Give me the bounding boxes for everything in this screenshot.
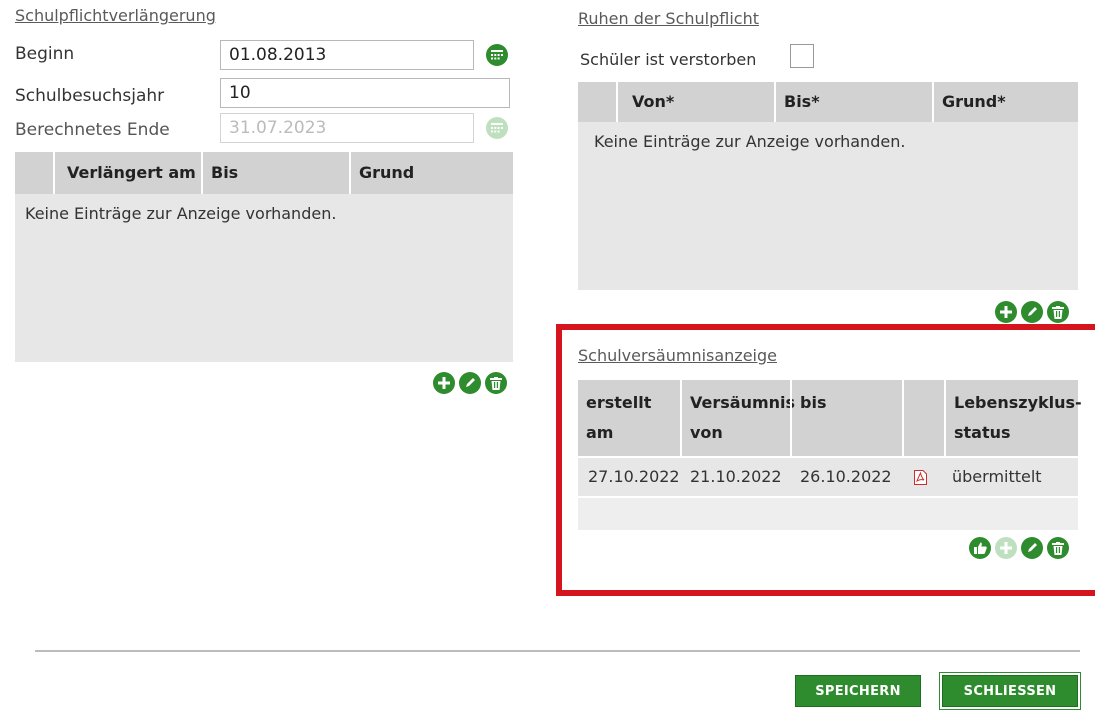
cell-status: übermittelt [952, 467, 1042, 486]
add-icon[interactable] [433, 372, 455, 394]
column-header-lifecycle-status[interactable]: Lebenszyklus-status [944, 380, 1082, 456]
footer-divider [35, 650, 1080, 652]
column-header-reason[interactable]: Grund* [932, 82, 1078, 122]
column-header-absence-from[interactable]: Versäumnis von [680, 380, 795, 456]
suspension-grid: Von* Bis* Grund* Keine Einträge zur Anze… [578, 82, 1078, 290]
extension-grid: Verlängert am Bis Grund Keine Einträge z… [15, 152, 513, 362]
absence-report-title: Schulversäumnisanzeige [578, 346, 777, 365]
row-selector-header [15, 152, 53, 194]
calendar-icon[interactable] [486, 44, 508, 66]
row-selector-header [578, 82, 616, 122]
extension-section-title: Schulpflichtverlängerung [15, 6, 216, 25]
empty-message: Keine Einträge zur Anzeige vorhanden. [594, 132, 906, 151]
cell-from: 21.10.2022 [690, 467, 782, 486]
column-header-until[interactable]: bis [790, 380, 902, 456]
column-header-extended-on[interactable]: Verlängert am [53, 152, 201, 194]
deceased-label: Schüler ist verstorben [580, 50, 757, 69]
empty-message: Keine Einträge zur Anzeige vorhanden. [25, 204, 337, 223]
extension-grid-header: Verlängert am Bis Grund [15, 152, 513, 194]
save-button[interactable]: SPEICHERN [795, 675, 921, 707]
column-header-reason[interactable]: Grund [349, 152, 513, 194]
pdf-icon[interactable] [902, 458, 944, 496]
start-date-input[interactable] [220, 40, 474, 70]
edit-icon[interactable] [1021, 537, 1043, 559]
deceased-checkbox[interactable] [790, 44, 814, 68]
suspension-section-title: Ruhen der Schulpflicht [578, 9, 759, 28]
edit-icon[interactable] [1021, 301, 1043, 323]
calc-end-input [220, 113, 474, 143]
add-icon[interactable] [995, 301, 1017, 323]
close-button[interactable]: SCHLIESSEN [939, 672, 1081, 710]
column-header-created[interactable]: erstellt am [578, 380, 680, 456]
column-header-from[interactable]: Von* [616, 82, 774, 122]
delete-icon[interactable] [1047, 301, 1069, 323]
suspension-grid-header: Von* Bis* Grund* [578, 82, 1078, 122]
table-row[interactable]: 27.10.2022 21.10.2022 26.10.2022 übermit… [578, 458, 1078, 496]
empty-row [578, 498, 1078, 530]
column-header-until[interactable]: Bis [201, 152, 349, 194]
absence-report-header: erstellt am Versäumnis von bis Lebenszyk… [578, 380, 1082, 456]
delete-icon[interactable] [1047, 537, 1069, 559]
cell-created: 27.10.2022 [588, 467, 680, 486]
delete-icon[interactable] [485, 372, 507, 394]
edit-icon[interactable] [459, 372, 481, 394]
school-year-input[interactable] [220, 78, 510, 108]
add-icon [995, 537, 1017, 559]
calc-end-label: Berechnetes Ende [15, 120, 170, 140]
thumbs-up-icon[interactable] [969, 537, 991, 559]
school-year-label: Schulbesuchsjahr [15, 86, 165, 106]
calendar-icon-disabled [486, 117, 508, 139]
cell-to: 26.10.2022 [800, 467, 892, 486]
column-header-document [902, 380, 944, 456]
start-label: Beginn [15, 44, 75, 64]
column-header-until[interactable]: Bis* [774, 82, 932, 122]
